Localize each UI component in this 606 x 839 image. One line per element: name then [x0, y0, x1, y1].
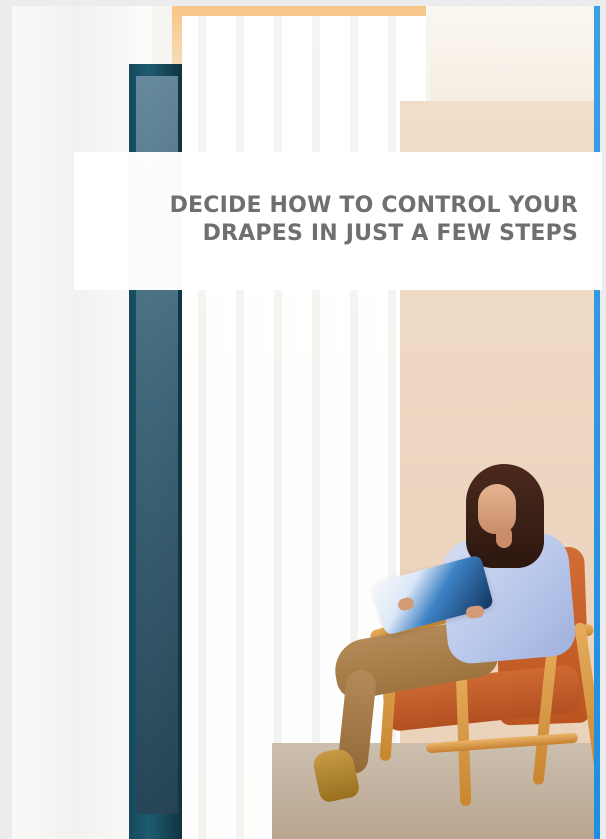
headline-text: DECIDE HOW TO CONTROL YOUR DRAPES IN JUS… [169, 193, 578, 246]
page: DECIDE HOW TO CONTROL YOUR DRAPES IN JUS… [0, 0, 606, 839]
woman-face [478, 484, 516, 534]
hero-image [12, 6, 600, 839]
woman-neck [496, 526, 512, 548]
headline-panel: DECIDE HOW TO CONTROL YOUR DRAPES IN JUS… [74, 152, 602, 290]
accent-edge [594, 6, 600, 839]
